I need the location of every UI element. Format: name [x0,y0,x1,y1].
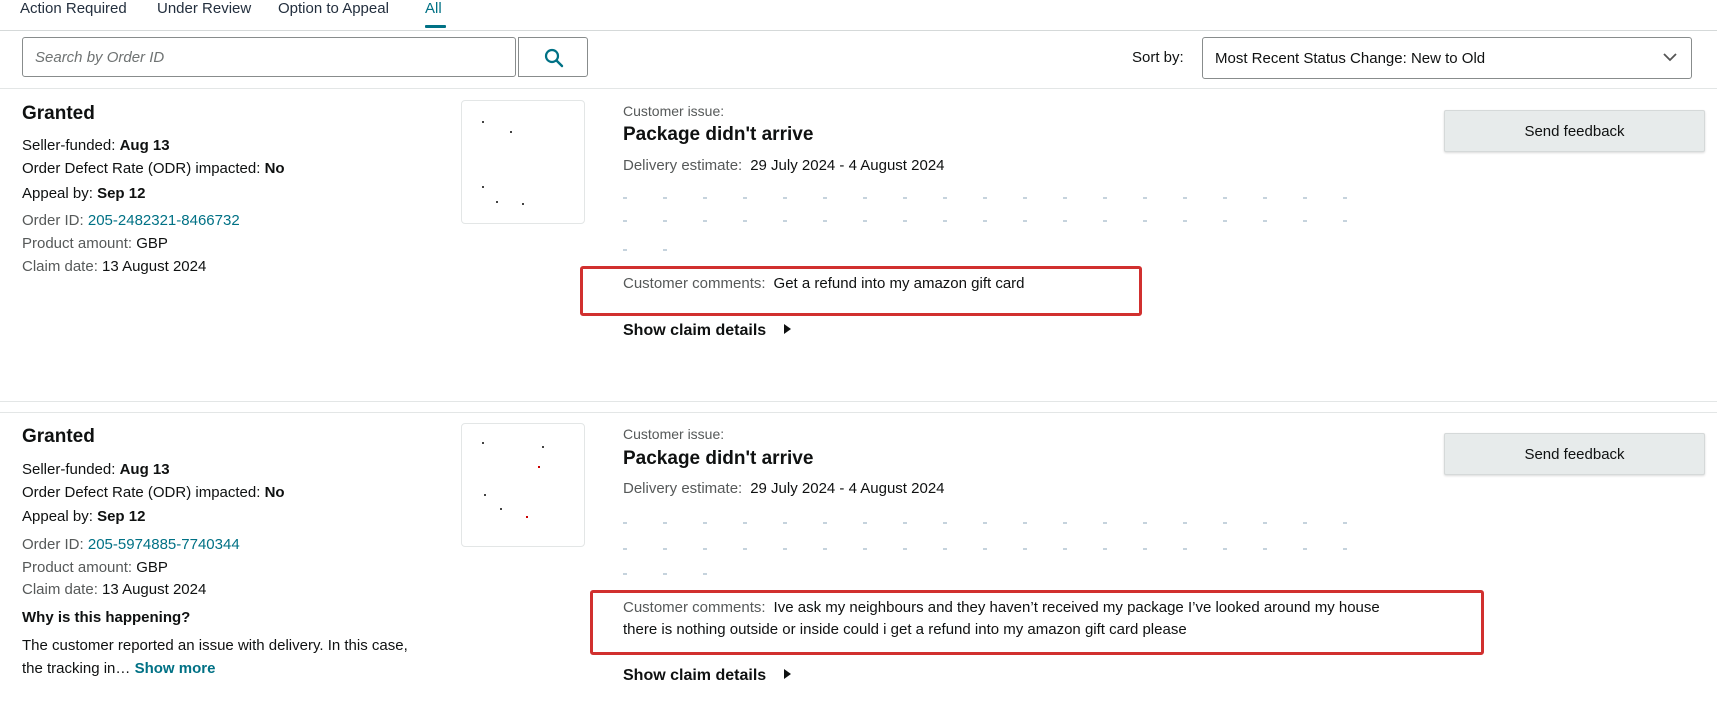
delivery-estimate-label: Delivery estimate: [623,157,743,174]
chevron-down-icon [1663,53,1677,62]
product-thumbnail [461,100,585,224]
product-thumbnail [461,423,585,547]
claim-date-value: 13 August 2024 [102,258,207,275]
redacted-text [623,249,683,251]
claim-status: Granted [22,426,95,447]
delivery-estimate-value: 29 July 2024 - 4 August 2024 [750,480,945,497]
order-id-link[interactable]: 205-2482321-8466732 [88,212,240,229]
customer-issue-title: Package didn't arrive [623,124,814,145]
tab-action-required[interactable]: Action Required [20,0,127,18]
claim-date-value: 13 August 2024 [102,581,207,598]
customer-comments-label: Customer comments: [623,599,766,616]
show-more-link[interactable]: Show more [135,660,216,677]
claim-date-label: Claim date: [22,581,98,598]
divider [0,401,1717,402]
order-id-label: Order ID: [22,212,84,229]
appeal-label: Appeal by: [22,185,93,202]
sort-label: Sort by: [1132,49,1184,66]
tab-under-review[interactable]: Under Review [157,0,251,18]
sort-value: Most Recent Status Change: New to Old [1215,50,1486,67]
show-claim-details[interactable]: Show claim details [623,667,792,685]
appeal-label: Appeal by: [22,508,93,525]
odr-impact: Order Defect Rate (ODR) impacted: No [22,160,285,177]
product-amount: Product amount: GBP [22,235,168,252]
caret-right-icon [784,324,792,334]
show-claim-details-label: Show claim details [623,667,767,684]
claim-status: Granted [22,103,95,124]
show-claim-details-label: Show claim details [623,322,767,339]
order-id: Order ID: 205-2482321-8466732 [22,212,240,229]
delivery-estimate: Delivery estimate: 29 July 2024 - 4 Augus… [623,480,945,497]
appeal-value: Sep 12 [97,508,146,525]
redacted-text [623,522,1383,524]
search-input[interactable] [23,38,518,76]
send-feedback-button[interactable]: Send feedback [1444,110,1705,152]
odr-label: Order Defect Rate (ODR) impacted: [22,484,261,501]
redacted-text [623,220,1383,222]
search-box [22,37,588,77]
claim-date: Claim date: 13 August 2024 [22,581,206,598]
delivery-estimate-label: Delivery estimate: [623,480,743,497]
order-id-label: Order ID: [22,536,84,553]
seller-funded: Seller-funded: Aug 13 [22,137,170,154]
product-amount-label: Product amount: [22,235,133,252]
divider [0,88,1717,89]
search-icon [544,48,564,68]
odr-label: Order Defect Rate (ODR) impacted: [22,160,261,177]
customer-comments: Customer comments: Ive ask my neighbours … [623,597,1403,641]
odr-value: No [264,484,285,501]
seller-funded-value: Aug 13 [119,461,170,478]
customer-issue-label: Customer issue: [623,426,725,442]
product-amount-value: GBP [136,235,168,252]
product-amount-value: GBP [136,559,168,576]
active-tab-indicator [425,25,446,28]
customer-comments: Customer comments: Get a refund into my a… [623,273,1025,295]
product-amount: Product amount: GBP [22,559,168,576]
customer-comments-value: Get a refund into my amazon gift card [773,275,1025,292]
customer-issue-label: Customer issue: [623,103,725,119]
order-id: Order ID: 205-5974885-7740344 [22,536,240,553]
why-happening-title: Why is this happening? [22,609,191,626]
claim-date-label: Claim date: [22,258,98,275]
why-happening-text: The customer reported an issue with deli… [22,634,412,680]
redacted-text [623,197,1383,199]
redacted-text [623,548,1383,550]
seller-funded: Seller-funded: Aug 13 [22,461,170,478]
delivery-estimate-value: 29 July 2024 - 4 August 2024 [750,157,945,174]
tab-option-to-appeal[interactable]: Option to Appeal [278,0,389,18]
seller-funded-value: Aug 13 [119,137,170,154]
divider [0,412,1717,413]
product-amount-label: Product amount: [22,559,133,576]
customer-issue-title: Package didn't arrive [623,448,814,469]
claims-tabs: Action Required Under Review Option to A… [0,0,1717,31]
odr-value: No [264,160,285,177]
seller-funded-label: Seller-funded: [22,461,116,478]
appeal-by: Appeal by: Sep 12 [22,508,145,525]
customer-comments-label: Customer comments: [623,275,766,292]
search-button[interactable] [518,37,588,77]
show-claim-details[interactable]: Show claim details [623,322,792,340]
claim-date: Claim date: 13 August 2024 [22,258,206,275]
seller-funded-label: Seller-funded: [22,137,116,154]
delivery-estimate: Delivery estimate: 29 July 2024 - 4 Augus… [623,157,945,174]
tab-all[interactable]: All [425,0,442,18]
odr-impact: Order Defect Rate (ODR) impacted: No [22,484,285,501]
caret-right-icon [784,669,792,679]
order-id-link[interactable]: 205-5974885-7740344 [88,536,240,553]
redacted-text [623,573,713,575]
sort-select[interactable]: Most Recent Status Change: New to Old [1202,37,1692,79]
appeal-value: Sep 12 [97,185,146,202]
send-feedback-button[interactable]: Send feedback [1444,433,1705,475]
appeal-by: Appeal by: Sep 12 [22,185,145,202]
